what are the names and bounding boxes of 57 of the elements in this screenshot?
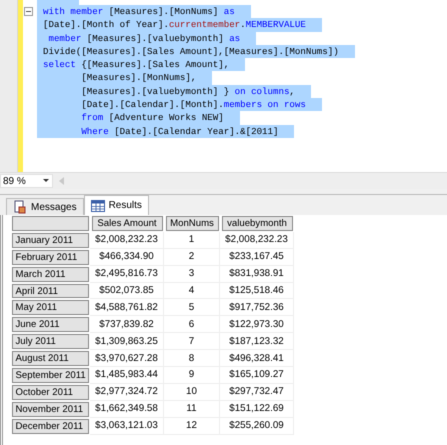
caret-icon <box>43 179 49 183</box>
table-cell: 1 <box>164 232 220 249</box>
table-cell: 4 <box>164 282 220 300</box>
column-header[interactable]: valuebymonth <box>222 216 292 231</box>
table-cell: $233,167.45 <box>220 248 294 266</box>
table-cell: 11 <box>164 400 220 418</box>
table-cell: $165,109.27 <box>220 367 294 384</box>
table-cell: $502,073.85 <box>90 282 164 300</box>
table-cell: 10 <box>164 384 220 401</box>
table-cell: $466,334.90 <box>90 248 164 266</box>
zoom-dropdown[interactable]: 89 % <box>0 174 53 188</box>
table-cell: $2,977,324.72 <box>90 384 164 401</box>
collapse-icon[interactable] <box>24 7 32 16</box>
table-cell: $2,495,816.73 <box>90 266 164 283</box>
table-cell: $831,938.91 <box>220 266 294 283</box>
table-cell: 9 <box>164 367 220 384</box>
table-cell: $1,662,349.58 <box>90 400 164 418</box>
row-header[interactable]: August 2011 <box>12 351 88 366</box>
table-cell: $496,328.41 <box>220 350 294 368</box>
column-header[interactable]: MonNums <box>166 216 218 231</box>
table-cell: 3 <box>164 266 220 283</box>
table-cell: $297,732.47 <box>220 384 294 401</box>
table-cell: $255,260.09 <box>220 418 294 435</box>
row-header[interactable]: September 2011 <box>12 368 88 383</box>
column-header[interactable]: Sales Amount <box>92 216 162 231</box>
table-cell: $4,588,761.82 <box>90 299 164 316</box>
table-cell: 12 <box>164 418 220 435</box>
row-header[interactable]: March 2011 <box>12 266 88 282</box>
row-header[interactable]: November 2011 <box>12 402 88 417</box>
table-cell: 8 <box>164 350 220 368</box>
table-cell: $3,063,121.03 <box>90 418 164 435</box>
table-cell: $125,518.46 <box>220 282 294 300</box>
row-header[interactable]: June 2011 <box>12 317 88 332</box>
table-cell: $122,973.30 <box>220 316 294 334</box>
table-cell: $2,008,232.23 <box>220 232 294 249</box>
table-cell: $737,839.82 <box>90 316 164 334</box>
table-cell: $187,123.32 <box>220 333 294 350</box>
row-header[interactable]: October 2011 <box>12 384 88 400</box>
table-cell: $151,122.69 <box>220 400 294 418</box>
row-header[interactable]: April 2011 <box>12 284 88 298</box>
table-cell: $1,309,863.25 <box>90 333 164 350</box>
table-cell: $3,970,627.28 <box>90 350 164 368</box>
table-cell: 7 <box>164 333 220 350</box>
row-header[interactable]: May 2011 <box>12 300 88 316</box>
row-header[interactable]: February 2011 <box>12 250 88 265</box>
table-cell: 2 <box>164 248 220 266</box>
table-cell: 5 <box>164 299 220 316</box>
table-cell: $917,752.36 <box>220 299 294 316</box>
table-cell: $1,485,983.44 <box>90 367 164 384</box>
results-tab[interactable]: Messages <box>6 198 84 215</box>
row-header[interactable]: July 2011 <box>12 334 88 350</box>
table-cell: $2,008,232.23 <box>90 232 164 249</box>
row-header[interactable]: December 2011 <box>12 418 88 434</box>
table-icon <box>90 200 105 212</box>
row-header[interactable]: January 2011 <box>12 232 88 248</box>
table-cell: 6 <box>164 316 220 334</box>
results-tab[interactable]: Results <box>84 195 149 215</box>
